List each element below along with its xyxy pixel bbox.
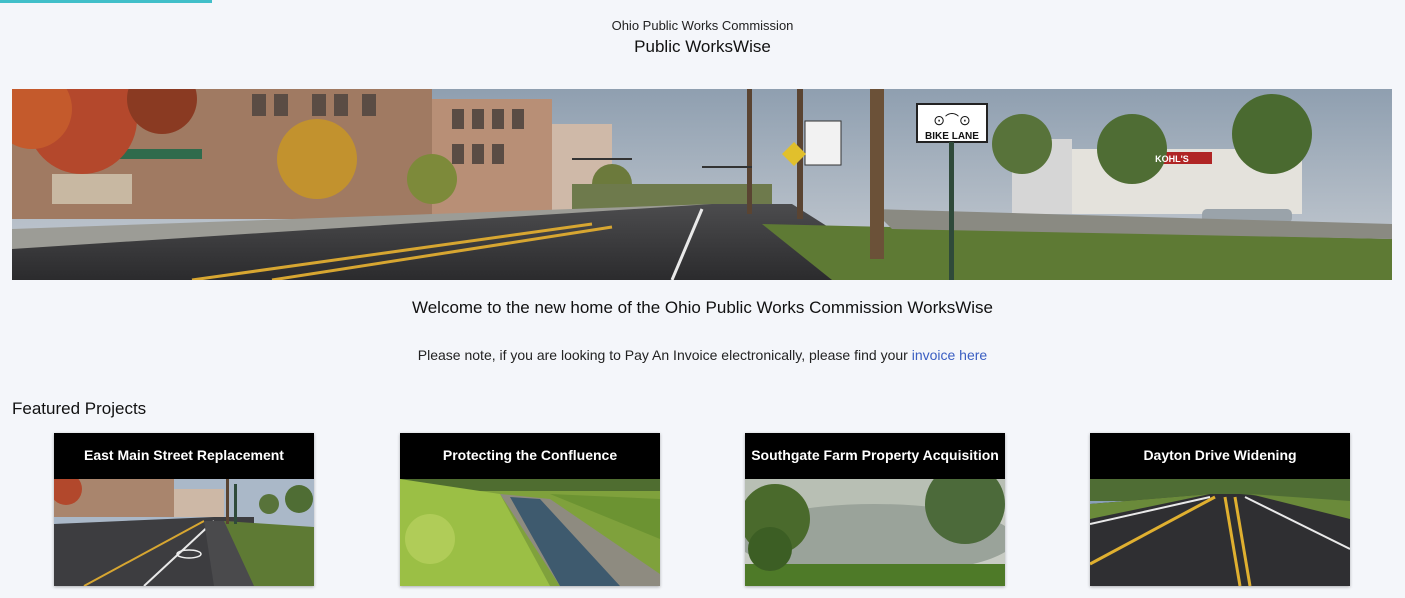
featured-projects-heading: Featured Projects xyxy=(12,399,147,418)
project-card-image[interactable] xyxy=(54,479,314,586)
project-card-title[interactable]: Dayton Drive Widening xyxy=(1090,433,1350,478)
hero-store-text: KOHL'S xyxy=(1155,154,1189,164)
project-card-southgate-farm[interactable]: Southgate Farm Property Acquisition xyxy=(745,433,1005,586)
page-header: Ohio Public Works Commission Public Work… xyxy=(0,18,1405,57)
welcome-message: Welcome to the new home of the Ohio Publ… xyxy=(411,298,994,317)
page-loading-bar xyxy=(0,0,212,3)
invoice-link[interactable]: invoice here xyxy=(912,347,988,363)
project-card-image[interactable] xyxy=(400,479,660,586)
project-card-title[interactable]: Southgate Farm Property Acquisition xyxy=(745,433,1005,478)
hero-sign-text: BIKE LANE xyxy=(925,131,979,142)
hero-banner-image: ⊙⌒⊙ BIKE LANE KOHL'S xyxy=(12,89,1392,280)
project-card-protecting-confluence[interactable]: Protecting the Confluence xyxy=(400,433,660,586)
invoice-notice: Please note, if you are looking to Pay A… xyxy=(0,347,1405,363)
invoice-notice-text: Please note, if you are looking to Pay A… xyxy=(417,347,912,363)
svg-text:⊙⌒⊙: ⊙⌒⊙ xyxy=(933,112,970,128)
project-card-title[interactable]: East Main Street Replacement xyxy=(54,433,314,478)
organization-name: Ohio Public Works Commission xyxy=(611,18,794,33)
page-title: Public WorksWise xyxy=(634,37,771,56)
project-card-dayton-drive[interactable]: Dayton Drive Widening xyxy=(1090,433,1350,586)
project-card-image[interactable] xyxy=(745,479,1005,586)
project-card-east-main-street[interactable]: East Main Street Replacement xyxy=(54,433,314,586)
project-card-image[interactable] xyxy=(1090,479,1350,586)
project-card-title[interactable]: Protecting the Confluence xyxy=(400,433,660,478)
